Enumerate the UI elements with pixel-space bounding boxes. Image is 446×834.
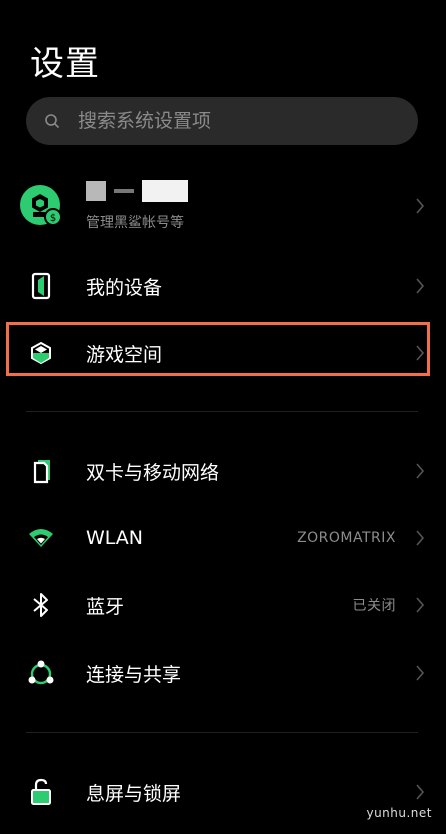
section-divider <box>26 732 418 733</box>
search-input[interactable] <box>76 109 380 133</box>
section-divider <box>26 411 418 412</box>
share-network-icon <box>26 658 56 688</box>
settings-item-wlan[interactable]: WLAN ZOROMATRIX <box>0 508 446 568</box>
search-icon <box>44 112 62 130</box>
page-title: 设置 <box>30 44 100 84</box>
settings-item-label: 息屏与锁屏 <box>86 782 182 805</box>
settings-item-label: 双卡与移动网络 <box>86 461 220 484</box>
highlight-box <box>6 322 430 376</box>
settings-item-bluetooth[interactable]: 蓝牙 已关闭 <box>0 575 446 635</box>
chevron-right-icon <box>414 782 426 802</box>
chevron-right-icon <box>414 528 426 548</box>
settings-item-label: WLAN <box>86 527 144 549</box>
phone-device-icon <box>26 271 56 301</box>
watermark-text: yunhu.net <box>366 806 432 820</box>
bluetooth-status: 已关闭 <box>352 598 396 614</box>
sim-card-icon <box>26 456 56 486</box>
wlan-network-name: ZOROMATRIX <box>297 530 396 546</box>
lock-icon <box>26 777 56 807</box>
settings-item-connection-sharing[interactable]: 连接与共享 <box>0 643 446 703</box>
wifi-icon <box>26 523 56 553</box>
search-bar[interactable] <box>26 97 418 145</box>
chevron-right-icon <box>414 595 426 615</box>
bluetooth-icon <box>26 590 56 620</box>
chevron-right-icon <box>414 196 426 216</box>
settings-item-sim-network[interactable]: 双卡与移动网络 <box>0 441 446 501</box>
chevron-right-icon <box>414 276 426 296</box>
settings-item-my-device[interactable]: 我的设备 <box>0 256 446 316</box>
settings-item-label: 蓝牙 <box>86 595 125 618</box>
settings-item-label: 连接与共享 <box>86 663 182 686</box>
chevron-right-icon <box>414 663 426 683</box>
settings-item-label: 我的设备 <box>86 276 163 299</box>
chevron-right-icon <box>414 461 426 481</box>
